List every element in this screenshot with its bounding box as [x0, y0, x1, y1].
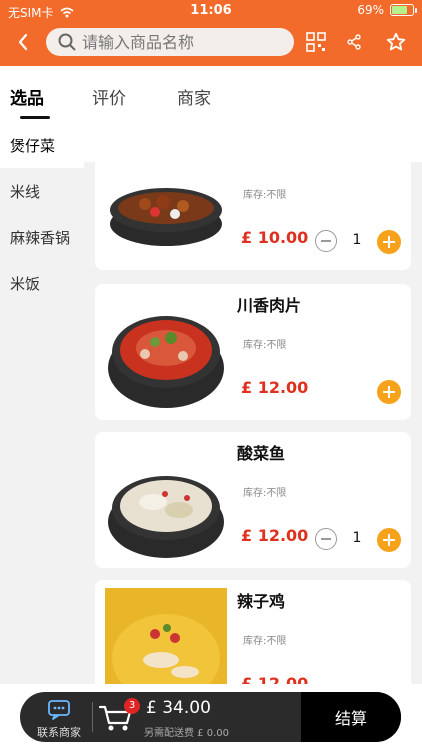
product-card[interactable]: 川香肉片 库存:不限 £ 12.00: [95, 284, 411, 420]
battery-percent: 69%: [357, 3, 384, 17]
product-name: 辣子鸡: [237, 592, 286, 611]
tab-reviews[interactable]: 评价: [92, 84, 126, 109]
qr-scan-icon: [306, 32, 326, 52]
tab-merchant[interactable]: 商家: [177, 84, 211, 109]
product-card[interactable]: 酸菜鱼 库存:不限 £ 12.00 1: [95, 432, 411, 568]
sidebar-item-claypot[interactable]: 煲仔菜: [0, 122, 84, 168]
add-button[interactable]: [377, 230, 401, 254]
product-stock: 库存:不限: [243, 636, 287, 647]
back-button[interactable]: [10, 29, 36, 55]
product-image: [108, 476, 224, 558]
product-image: [108, 316, 224, 408]
quantity-value: 1: [352, 232, 362, 248]
sidebar-item-rice-noodles[interactable]: 米线: [0, 168, 84, 214]
contact-merchant-button[interactable]: 联系商家: [28, 696, 90, 739]
product-image: [105, 588, 227, 684]
quantity-value: 1: [352, 530, 362, 546]
add-button[interactable]: [377, 528, 401, 552]
cart-bar: 联系商家 3 £ 34.00 另需配送费 £ 0.00 结算: [20, 692, 401, 742]
checkout-button[interactable]: 结算: [301, 692, 401, 742]
cart-total: £ 34.00: [146, 698, 211, 718]
tab-indicator: [20, 116, 50, 119]
product-price: £ 12.00: [241, 378, 309, 397]
product-card[interactable]: 库存:不限 £ 10.00 1: [95, 134, 411, 270]
category-sidebar: 煲仔菜 米线 麻辣香锅 米饭: [0, 122, 84, 684]
top-bar: 无SIM卡 11:06 69%: [0, 0, 422, 66]
search-input[interactable]: [82, 32, 262, 52]
product-name: 酸菜鱼: [237, 444, 286, 463]
product-price: £ 12.00: [241, 526, 309, 545]
decrease-button[interactable]: [315, 528, 337, 550]
add-button[interactable]: [377, 380, 401, 404]
divider: [92, 702, 93, 732]
product-list: 煲仔菜 库存:不限 £ 10.00 1: [84, 122, 422, 684]
decrease-button[interactable]: [315, 230, 337, 252]
bottom-area: 联系商家 3 £ 34.00 另需配送费 £ 0.00 结算: [0, 684, 422, 750]
favorite-button[interactable]: [384, 30, 408, 54]
tab-products[interactable]: 选品: [10, 84, 44, 109]
share-icon: [347, 34, 361, 50]
product-stock: 库存:不限: [243, 488, 287, 499]
scan-button[interactable]: [304, 30, 328, 54]
status-bar: 无SIM卡 11:06 69%: [0, 0, 422, 22]
cart-count-badge: 3: [124, 698, 140, 714]
battery-icon: [390, 4, 417, 16]
star-icon: [386, 32, 406, 51]
tab-bar: 选品 评价 商家: [0, 66, 422, 122]
sidebar-item-spicy-pot[interactable]: 麻辣香锅: [0, 214, 84, 260]
product-name: 川香肉片: [237, 296, 302, 315]
chevron-left-icon: [18, 33, 28, 51]
product-price: £ 10.00: [241, 228, 309, 247]
search-icon: [58, 33, 76, 51]
product-stock: 库存:不限: [243, 340, 287, 351]
search-box[interactable]: [46, 28, 294, 56]
product-image: [110, 188, 222, 246]
sidebar-item-rice[interactable]: 米饭: [0, 260, 84, 306]
product-card[interactable]: 辣子鸡 库存:不限 £ 12.00: [95, 580, 411, 684]
chat-icon: [48, 700, 70, 720]
product-price: £ 12.00: [241, 674, 309, 684]
share-button[interactable]: [342, 30, 366, 54]
delivery-fee: 另需配送费 £ 0.00: [144, 728, 229, 739]
contact-label: 联系商家: [37, 726, 81, 739]
product-stock: 库存:不限: [243, 190, 287, 201]
